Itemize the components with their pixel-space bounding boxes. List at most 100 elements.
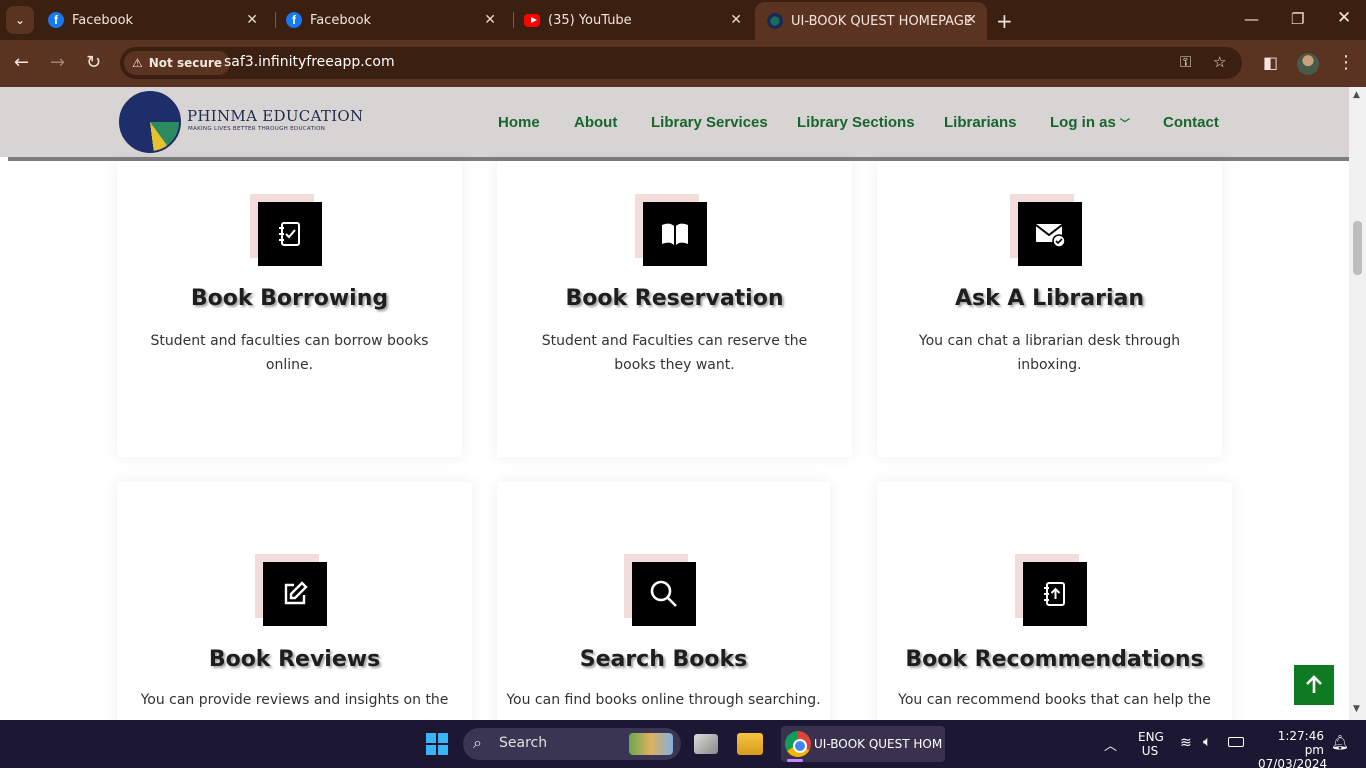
warning-icon: ⚠ xyxy=(132,56,143,70)
browser-tab-strip: ⌄ f Facebook ✕ f Facebook ✕ (35) YouTube… xyxy=(0,0,1366,40)
card-text: You can find books online through search… xyxy=(506,692,821,708)
youtube-icon xyxy=(524,13,540,27)
card-title: Search Books xyxy=(579,647,748,672)
window-close-icon[interactable]: ✕ xyxy=(1337,8,1351,28)
clock[interactable]: 1:27:46 pm 07/03/2024 xyxy=(1258,729,1328,771)
upload-notebook-icon xyxy=(1015,554,1087,626)
active-indicator xyxy=(787,759,803,762)
reload-icon[interactable]: ↻ xyxy=(86,52,101,73)
nav-contact[interactable]: Contact xyxy=(1163,114,1219,131)
edit-icon xyxy=(255,554,327,626)
card-text: Student and faculties can borrow books o… xyxy=(150,333,429,373)
nav-library-sections[interactable]: Library Sections xyxy=(797,114,915,131)
language-indicator[interactable]: ENG US xyxy=(1138,730,1164,758)
nav-library-services[interactable]: Library Services xyxy=(651,114,768,131)
taskbar-search-label: Search xyxy=(499,735,548,751)
service-card-recommendations[interactable]: Book Recommendations You can recommend b… xyxy=(877,482,1232,742)
side-panel-icon[interactable]: ◧ xyxy=(1263,53,1278,72)
scroll-thumb[interactable] xyxy=(1353,221,1362,275)
service-card-reviews[interactable]: Book Reviews You can provide reviews and… xyxy=(117,482,472,742)
tab-title: Facebook xyxy=(72,12,134,28)
arrow-up-icon xyxy=(1306,675,1322,693)
tab-search-button[interactable]: ⌄ xyxy=(6,6,34,34)
volume-icon[interactable]: 🔈︎ xyxy=(1203,734,1211,750)
chrome-icon xyxy=(785,731,811,757)
time-label: 1:27:46 pm xyxy=(1277,729,1324,757)
nav-login-dropdown[interactable]: Log in as ﹀ xyxy=(1050,114,1130,131)
taskbar-search[interactable]: ⌕ Search xyxy=(463,728,681,760)
scroll-down-icon[interactable]: ▼ xyxy=(1353,704,1360,714)
lang-label: ENG xyxy=(1138,730,1164,744)
close-icon[interactable]: ✕ xyxy=(484,12,496,28)
security-chip[interactable]: ⚠ Not secure xyxy=(124,51,230,75)
card-text: Student and Faculties can reserve the bo… xyxy=(541,333,808,373)
bookmark-star-icon[interactable]: ☆ xyxy=(1213,53,1226,71)
mail-check-icon xyxy=(1010,194,1082,266)
checklist-notebook-icon xyxy=(250,194,322,266)
url-text[interactable]: saf3.infinityfreeapp.com xyxy=(224,54,395,70)
card-text: You can provide reviews and insights on … xyxy=(140,692,449,708)
taskbar-app-label: UI-BOOK QUEST HOMEPAGE xyxy=(814,737,942,751)
search-icon: ⌕ xyxy=(473,733,482,752)
profile-avatar[interactable] xyxy=(1297,53,1319,75)
phinma-icon xyxy=(767,13,783,29)
card-title: Book Borrowing xyxy=(190,286,389,311)
search-highlight-image xyxy=(629,733,673,755)
restore-icon[interactable]: ❐ xyxy=(1291,10,1304,28)
region-label: US xyxy=(1141,744,1159,758)
tab-title: Facebook xyxy=(310,12,372,28)
tab-book-quest[interactable]: UI-BOOK QUEST HOMEPAGE ✕ xyxy=(755,2,987,40)
card-text: You can recommend books that can help th… xyxy=(898,692,1211,708)
chevron-up-icon[interactable]: ︿ xyxy=(1104,735,1117,754)
card-title: Book Reservation xyxy=(565,286,784,311)
address-bar[interactable]: ⚠ Not secure saf3.infinityfreeapp.com ⚿ … xyxy=(120,47,1242,79)
windows-start-icon[interactable] xyxy=(426,733,448,755)
minimize-icon[interactable]: — xyxy=(1244,10,1259,28)
service-card-reservation[interactable]: Book Reservation Student and Faculties c… xyxy=(497,161,852,457)
wifi-icon[interactable]: ≋ xyxy=(1180,735,1192,751)
card-title: Book Recommendations xyxy=(905,647,1204,672)
new-tab-button[interactable]: + xyxy=(996,9,1013,33)
chevron-down-icon: ﹀ xyxy=(1119,119,1130,130)
task-view-icon[interactable] xyxy=(694,734,718,754)
tab-youtube[interactable]: (35) YouTube ✕ xyxy=(516,5,752,35)
nav-librarians[interactable]: Librarians xyxy=(944,114,1017,131)
open-book-icon xyxy=(635,194,707,266)
card-title: Ask A Librarian xyxy=(955,286,1144,311)
nav-login-label: Log in as xyxy=(1050,114,1116,131)
tab-facebook-2[interactable]: f Facebook ✕ xyxy=(278,5,506,35)
service-card-ask-librarian[interactable]: Ask A Librarian You can chat a librarian… xyxy=(877,161,1222,457)
password-key-icon[interactable]: ⚿ xyxy=(1180,53,1191,71)
security-label: Not secure xyxy=(148,56,222,70)
search-icon xyxy=(624,554,696,626)
back-icon[interactable]: ← xyxy=(14,52,29,73)
notification-bell-icon[interactable]: 🔔︎ xyxy=(1331,735,1349,751)
tab-title: (35) YouTube xyxy=(548,12,632,28)
nav-home[interactable]: Home xyxy=(498,114,540,131)
date-label: 07/03/2024 xyxy=(1258,757,1328,771)
close-icon[interactable]: ✕ xyxy=(965,12,977,28)
phinma-logo[interactable] xyxy=(119,91,181,153)
close-icon[interactable]: ✕ xyxy=(730,12,742,28)
logo-subtitle: MAKING LIVES BETTER THROUGH EDUCATION xyxy=(188,126,326,132)
close-icon[interactable]: ✕ xyxy=(246,12,258,28)
back-to-top-button[interactable] xyxy=(1294,665,1334,705)
page-scrollbar[interactable]: ▲ ▼ xyxy=(1349,87,1366,720)
facebook-icon: f xyxy=(48,12,64,28)
tab-title: UI-BOOK QUEST HOMEPAGE xyxy=(791,13,973,29)
taskbar-chrome-app[interactable]: UI-BOOK QUEST HOMEPAGE xyxy=(781,726,945,762)
file-explorer-icon[interactable] xyxy=(737,733,763,755)
nav-about[interactable]: About xyxy=(574,114,617,131)
browser-toolbar: ← → ↻ ⚠ Not secure saf3.infinityfreeapp.… xyxy=(0,40,1366,87)
facebook-icon: f xyxy=(286,12,302,28)
service-card-search[interactable]: Search Books You can find books online t… xyxy=(497,482,830,742)
forward-icon[interactable]: → xyxy=(50,52,65,73)
logo-title: PHINMA EDUCATION xyxy=(187,107,364,125)
battery-icon[interactable] xyxy=(1228,737,1244,747)
service-card-borrowing[interactable]: Book Borrowing Student and faculties can… xyxy=(117,161,462,457)
tab-facebook-1[interactable]: f Facebook ✕ xyxy=(40,5,268,35)
scroll-up-icon[interactable]: ▲ xyxy=(1353,90,1360,100)
card-text: You can chat a librarian desk through in… xyxy=(918,333,1181,373)
card-title: Book Reviews xyxy=(208,647,381,672)
menu-kebab-icon[interactable]: ⋮ xyxy=(1337,52,1355,73)
